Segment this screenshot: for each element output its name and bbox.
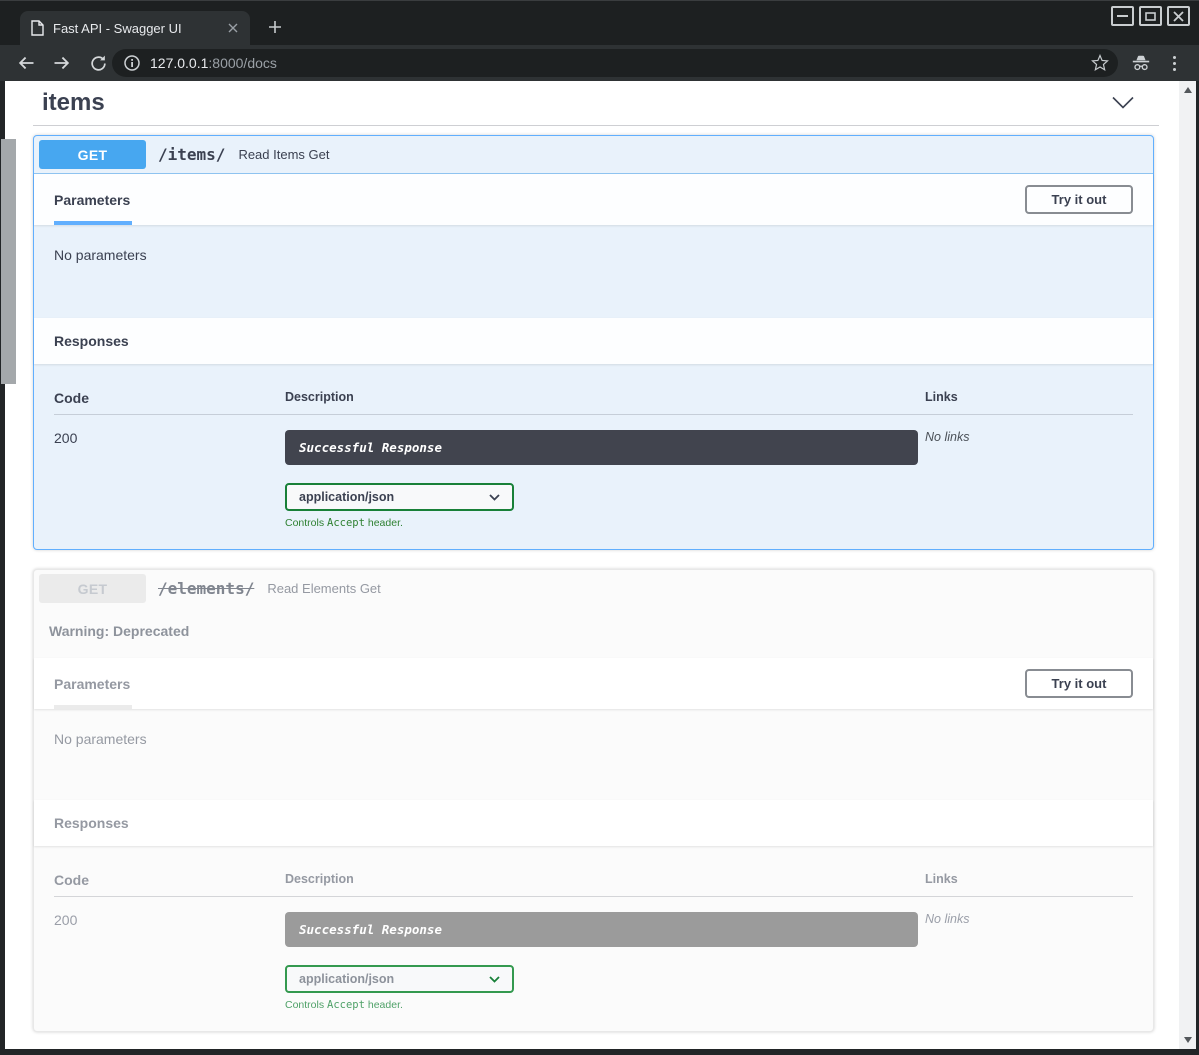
page-icon <box>30 20 44 36</box>
column-header-code: Code <box>54 872 285 888</box>
method-badge: GET <box>39 574 146 603</box>
response-row: 200 Successful Response application/json… <box>54 897 1133 1011</box>
responses-title: Responses <box>54 815 129 831</box>
no-parameters-text: No parameters <box>54 247 147 263</box>
accept-header-note: Controls Accept header. <box>285 999 925 1011</box>
incognito-icon <box>1129 52 1153 74</box>
responses-table: Code Description Links 200 Successful Re… <box>34 846 1153 1031</box>
operation-summary-text: Read Elements Get <box>267 581 380 596</box>
operation-path: /elements/ <box>158 579 254 598</box>
browser-tab[interactable]: Fast API - Swagger UI <box>20 11 250 45</box>
scroll-up-icon[interactable] <box>1179 83 1196 97</box>
media-type-select[interactable]: application/json <box>285 483 514 511</box>
opblock-get-elements-deprecated: GET /elements/ Read Elements Get Warning… <box>33 569 1154 1032</box>
tab-parameters[interactable]: Parameters <box>54 658 130 709</box>
scrollbar[interactable] <box>1179 81 1196 1049</box>
forward-button[interactable] <box>50 51 74 75</box>
scrollbar-thumb[interactable] <box>1 139 16 384</box>
parameters-header: Parameters Try it out <box>34 174 1153 225</box>
opblock-get-items: GET /items/ Read Items Get Parameters Tr… <box>33 135 1154 550</box>
deprecated-warning: Warning: Deprecated <box>34 607 1153 658</box>
media-type-select[interactable]: application/json <box>285 965 514 993</box>
url-text[interactable]: 127.0.0.1:8000/docs <box>150 55 277 71</box>
browser-toolbar: 127.0.0.1:8000/docs <box>0 45 1199 81</box>
browser-titlebar: Fast API - Swagger UI <box>0 1 1199 45</box>
tab-title: Fast API - Swagger UI <box>53 21 224 36</box>
no-parameters-text: No parameters <box>54 731 147 747</box>
browser-window: Fast API - Swagger UI <box>0 0 1199 1055</box>
window-controls <box>1111 6 1190 26</box>
address-bar[interactable]: 127.0.0.1:8000/docs <box>112 49 1118 77</box>
response-description-cell: Successful Response application/json Con… <box>285 430 925 529</box>
method-badge: GET <box>39 140 146 169</box>
response-description: Successful Response <box>285 430 918 465</box>
bookmark-star-icon[interactable] <box>1090 53 1110 73</box>
minimize-button[interactable] <box>1111 6 1134 26</box>
responses-header: Responses <box>34 800 1153 846</box>
operation-summary-text: Read Items Get <box>238 147 329 162</box>
response-code: 200 <box>54 430 285 529</box>
parameters-label: Parameters <box>54 676 130 692</box>
scroll-down-icon[interactable] <box>1179 1033 1196 1047</box>
try-it-out-button[interactable]: Try it out <box>1025 669 1133 698</box>
new-tab-button[interactable] <box>262 14 288 40</box>
media-type-value: application/json <box>299 490 394 504</box>
tab-close-icon[interactable] <box>224 19 242 37</box>
column-header-description: Description <box>285 872 925 888</box>
back-button[interactable] <box>14 51 38 75</box>
parameters-label: Parameters <box>54 192 130 208</box>
responses-header: Responses <box>34 318 1153 364</box>
response-row: 200 Successful Response application/json… <box>54 415 1133 529</box>
response-links: No links <box>925 430 1133 529</box>
parameters-body: No parameters <box>34 709 1153 800</box>
tag-title: items <box>33 89 105 117</box>
response-links: No links <box>925 912 1133 1011</box>
collapse-chevron-icon[interactable] <box>1111 96 1135 110</box>
column-header-links: Links <box>925 872 1133 888</box>
operation-summary[interactable]: GET /elements/ Read Elements Get <box>34 570 1153 607</box>
response-description: Successful Response <box>285 912 918 947</box>
media-type-value: application/json <box>299 972 394 986</box>
column-header-description: Description <box>285 390 925 406</box>
response-description-cell: Successful Response application/json Con… <box>285 912 925 1011</box>
close-button[interactable] <box>1167 6 1190 26</box>
response-code: 200 <box>54 912 285 1011</box>
browser-menu-icon[interactable] <box>1166 52 1182 74</box>
column-header-links: Links <box>925 390 1133 406</box>
tab-parameters[interactable]: Parameters <box>54 174 130 225</box>
swagger-page: items GET /items/ Read Items Get Paramet… <box>5 81 1179 1049</box>
column-header-code: Code <box>54 390 285 406</box>
try-it-out-button[interactable]: Try it out <box>1025 185 1133 214</box>
operation-path: /items/ <box>158 145 225 164</box>
responses-table: Code Description Links 200 Successful Re… <box>34 364 1153 549</box>
responses-title: Responses <box>54 333 129 349</box>
reload-button[interactable] <box>86 51 110 75</box>
site-info-icon[interactable] <box>124 55 140 71</box>
parameters-header: Parameters Try it out <box>34 658 1153 709</box>
accept-header-note: Controls Accept header. <box>285 517 925 529</box>
tag-divider <box>33 125 1159 126</box>
operation-summary[interactable]: GET /items/ Read Items Get <box>34 136 1153 174</box>
parameters-body: No parameters <box>34 225 1153 318</box>
maximize-button[interactable] <box>1139 6 1162 26</box>
